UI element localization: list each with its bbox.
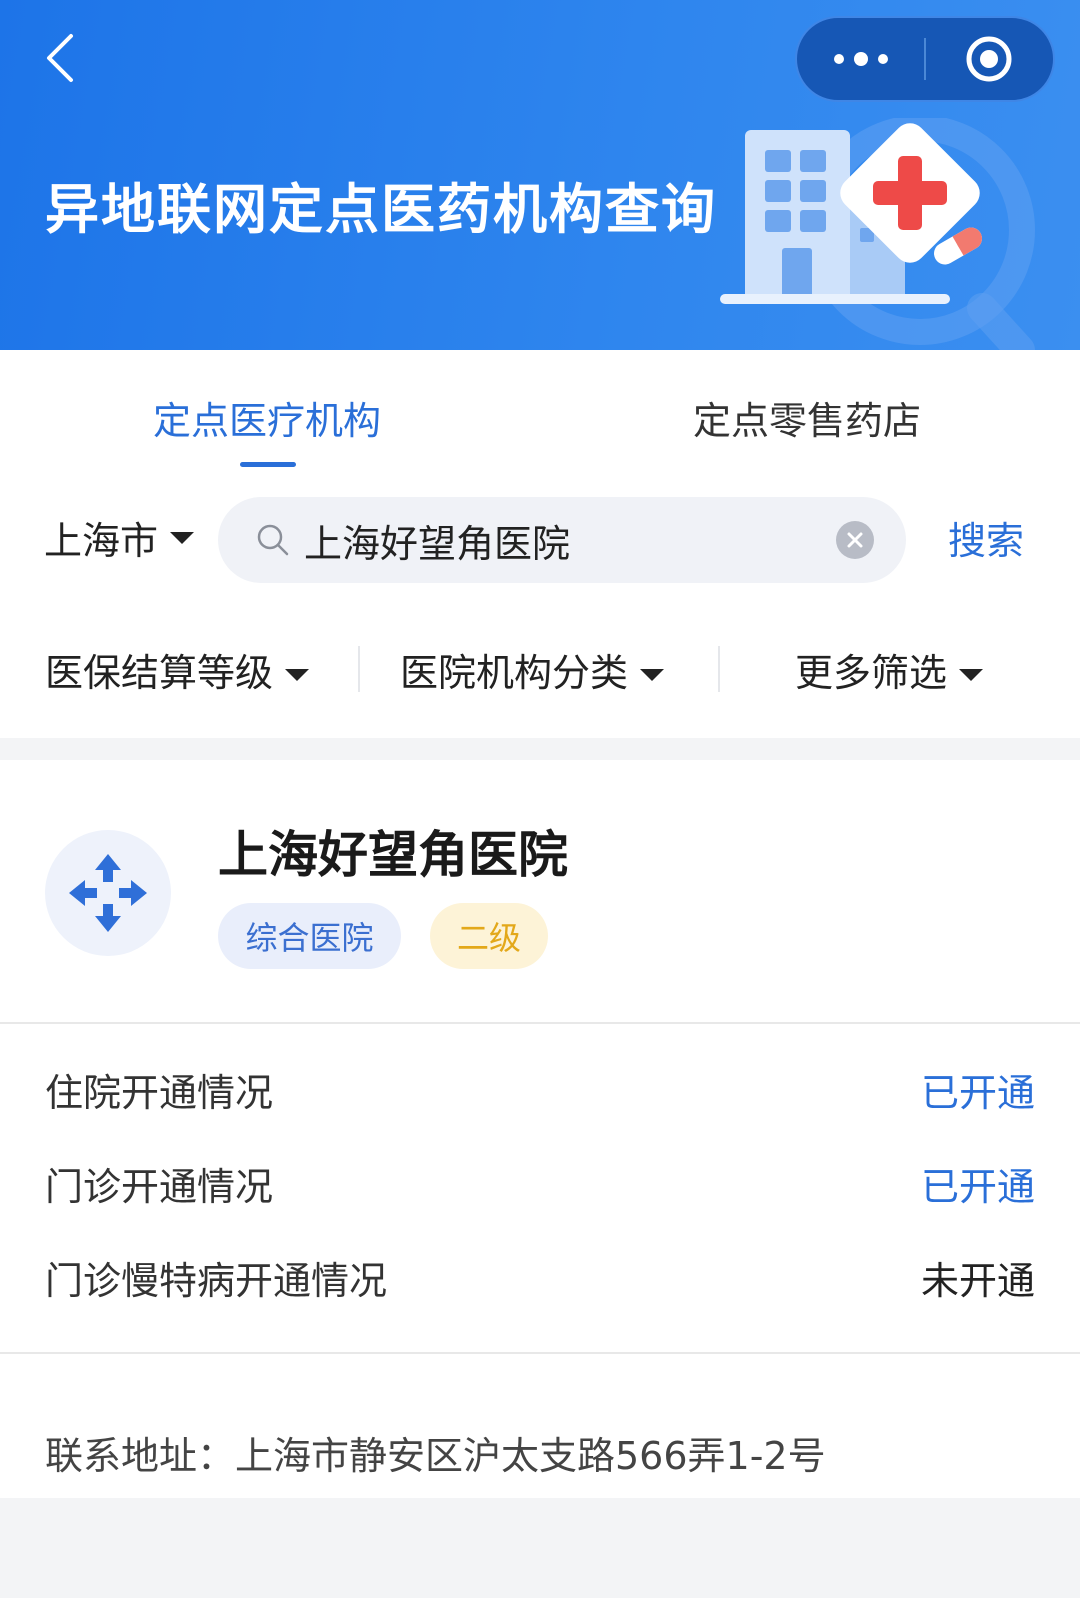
caret-down-icon <box>285 668 310 681</box>
tab-medical-institutions[interactable]: 定点医疗机构 <box>153 390 381 445</box>
filter-institution-category[interactable]: 医院机构分类 <box>400 642 665 697</box>
hospital-result-card[interactable]: 上海好望角医院 综合医院 二级 住院开通情况 已开通 门诊开通情况 已开通 门诊… <box>0 760 1080 1498</box>
city-label: 上海市 <box>44 519 159 563</box>
active-tab-indicator <box>240 462 296 467</box>
filter-settlement-level[interactable]: 医保结算等级 <box>45 642 310 697</box>
filter-divider <box>358 646 360 692</box>
search-query-text: 上海好望角医院 <box>304 521 571 566</box>
caret-down-icon <box>959 668 984 681</box>
header-banner: 异地联网定点医药机构查询 <box>0 0 1080 350</box>
mini-program-capsule <box>795 16 1055 102</box>
filter-more[interactable]: 更多筛选 <box>795 642 984 697</box>
page-title: 异地联网定点医药机构查询 <box>45 178 717 241</box>
inpatient-status-label: 住院开通情况 <box>45 1071 274 1115</box>
hospital-logo <box>45 830 171 956</box>
card-divider <box>0 1352 1080 1354</box>
chronic-disease-status-value: 未开通 <box>920 1259 1035 1303</box>
filter-divider <box>718 646 720 692</box>
close-mini-program-button[interactable] <box>926 18 1053 100</box>
inpatient-status-value: 已开通 <box>920 1071 1035 1115</box>
more-button[interactable] <box>797 18 924 100</box>
caret-down-icon <box>170 531 195 544</box>
filter-label: 更多筛选 <box>795 651 948 695</box>
city-selector[interactable]: 上海市 <box>44 510 195 565</box>
search-input[interactable]: 上海好望角医院 <box>218 497 906 583</box>
more-dots-icon <box>833 52 888 66</box>
filter-label: 医保结算等级 <box>45 651 274 695</box>
hospital-search-illustration-icon <box>720 118 1035 350</box>
card-divider <box>0 1022 1080 1024</box>
medical-cross-logo-icon <box>69 854 147 932</box>
filter-label: 医院机构分类 <box>400 651 629 695</box>
hospital-name: 上海好望角医院 <box>218 826 568 884</box>
level-badge: 二级 <box>430 903 548 969</box>
filter-bar: 医保结算等级 医院机构分类 更多筛选 <box>0 632 1080 712</box>
outpatient-status-label: 门诊开通情况 <box>45 1165 274 1209</box>
contact-address: 联系地址：上海市静安区沪太支路566弄1-2号 <box>45 1434 826 1478</box>
outpatient-status-value: 已开通 <box>920 1165 1035 1209</box>
back-button[interactable] <box>30 28 90 88</box>
search-icon <box>257 524 289 556</box>
clear-search-icon[interactable] <box>836 521 874 559</box>
tab-retail-pharmacies[interactable]: 定点零售药店 <box>693 390 921 445</box>
chevron-left-icon <box>47 34 73 82</box>
type-badge: 综合医院 <box>218 903 401 969</box>
search-panel: 定点医疗机构 定点零售药店 上海市 上海好望角医院 搜索 医保结算等级 医院机构… <box>0 350 1080 738</box>
search-button[interactable]: 搜索 <box>948 510 1024 565</box>
record-target-icon <box>966 36 1012 82</box>
caret-down-icon <box>640 668 665 681</box>
chronic-disease-status-label: 门诊慢特病开通情况 <box>45 1259 388 1303</box>
